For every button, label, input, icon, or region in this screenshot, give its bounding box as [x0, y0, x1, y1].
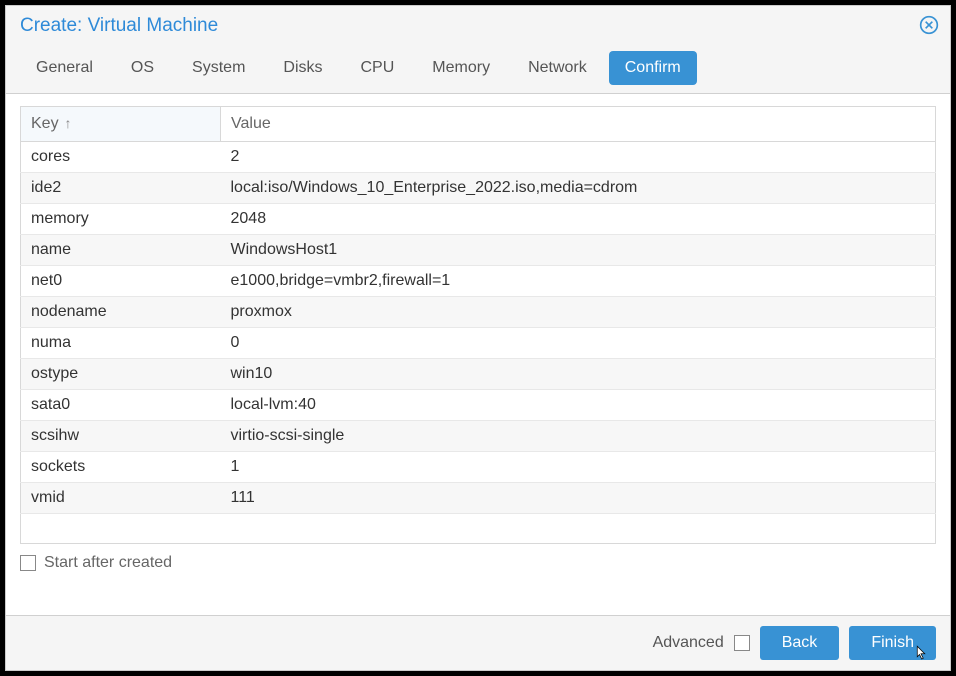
summary-table: Key ↑ Value cores2ide2local:iso/Windows_… [20, 106, 936, 544]
finish-button-label: Finish [871, 634, 914, 651]
cell-value: proxmox [221, 297, 936, 328]
dialog-create-vm: Create: Virtual Machine GeneralOSSystemD… [5, 5, 951, 671]
cell-value: 111 [221, 483, 936, 514]
table-row[interactable]: scsihwvirtio-scsi-single [21, 421, 936, 452]
table-row-empty [21, 514, 936, 544]
column-header-key-label: Key [31, 115, 59, 132]
table-row[interactable]: sockets1 [21, 452, 936, 483]
cell-value: e1000,bridge=vmbr2,firewall=1 [221, 266, 936, 297]
column-header-key[interactable]: Key ↑ [21, 107, 221, 142]
cell-key: cores [21, 142, 221, 173]
advanced-checkbox[interactable] [734, 635, 750, 651]
cell-value: WindowsHost1 [221, 235, 936, 266]
tab-system[interactable]: System [176, 51, 261, 85]
dialog-content: Key ↑ Value cores2ide2local:iso/Windows_… [6, 94, 950, 615]
cell-value: virtio-scsi-single [221, 421, 936, 452]
cell-key: name [21, 235, 221, 266]
finish-button[interactable]: Finish [849, 626, 936, 660]
start-after-created-checkbox[interactable] [20, 555, 36, 571]
cell-key: vmid [21, 483, 221, 514]
cell-key: scsihw [21, 421, 221, 452]
tab-os[interactable]: OS [115, 51, 170, 85]
cursor-icon [912, 644, 930, 662]
table-row[interactable]: cores2 [21, 142, 936, 173]
cell-value: local:iso/Windows_10_Enterprise_2022.iso… [221, 173, 936, 204]
tab-cpu[interactable]: CPU [345, 51, 411, 85]
table-row[interactable]: memory2048 [21, 204, 936, 235]
cell-key: ostype [21, 359, 221, 390]
cell-value: 2048 [221, 204, 936, 235]
column-header-value-label: Value [231, 115, 271, 132]
cell-key: memory [21, 204, 221, 235]
tab-general[interactable]: General [20, 51, 109, 85]
cell-key: net0 [21, 266, 221, 297]
tab-confirm[interactable]: Confirm [609, 51, 697, 85]
cell-key: ide2 [21, 173, 221, 204]
cell-key: numa [21, 328, 221, 359]
advanced-label: Advanced [653, 634, 724, 652]
start-after-created[interactable]: Start after created [20, 554, 936, 572]
cell-key: nodename [21, 297, 221, 328]
cell-value: win10 [221, 359, 936, 390]
cell-key: sata0 [21, 390, 221, 421]
table-row[interactable]: nodenameproxmox [21, 297, 936, 328]
start-after-created-label: Start after created [44, 554, 172, 572]
table-row[interactable]: vmid111 [21, 483, 936, 514]
back-button[interactable]: Back [760, 626, 840, 660]
dialog-header: Create: Virtual Machine GeneralOSSystemD… [6, 6, 950, 94]
table-row[interactable]: numa0 [21, 328, 936, 359]
cell-value: 0 [221, 328, 936, 359]
cell-value: local-lvm:40 [221, 390, 936, 421]
close-button[interactable] [918, 14, 940, 36]
cell-key: sockets [21, 452, 221, 483]
table-row[interactable]: net0e1000,bridge=vmbr2,firewall=1 [21, 266, 936, 297]
dialog-footer: Advanced Back Finish [6, 615, 950, 670]
tab-memory[interactable]: Memory [416, 51, 506, 85]
table-row[interactable]: sata0local-lvm:40 [21, 390, 936, 421]
cell-value: 1 [221, 452, 936, 483]
sort-asc-icon: ↑ [61, 115, 72, 131]
close-icon [919, 15, 939, 35]
tab-network[interactable]: Network [512, 51, 603, 85]
table-row[interactable]: ide2local:iso/Windows_10_Enterprise_2022… [21, 173, 936, 204]
table-row[interactable]: ostypewin10 [21, 359, 936, 390]
tab-disks[interactable]: Disks [267, 51, 338, 85]
table-row[interactable]: nameWindowsHost1 [21, 235, 936, 266]
dialog-title: Create: Virtual Machine [20, 15, 936, 37]
cell-value: 2 [221, 142, 936, 173]
column-header-value[interactable]: Value [221, 107, 936, 142]
wizard-tabs: GeneralOSSystemDisksCPUMemoryNetworkConf… [20, 51, 936, 93]
